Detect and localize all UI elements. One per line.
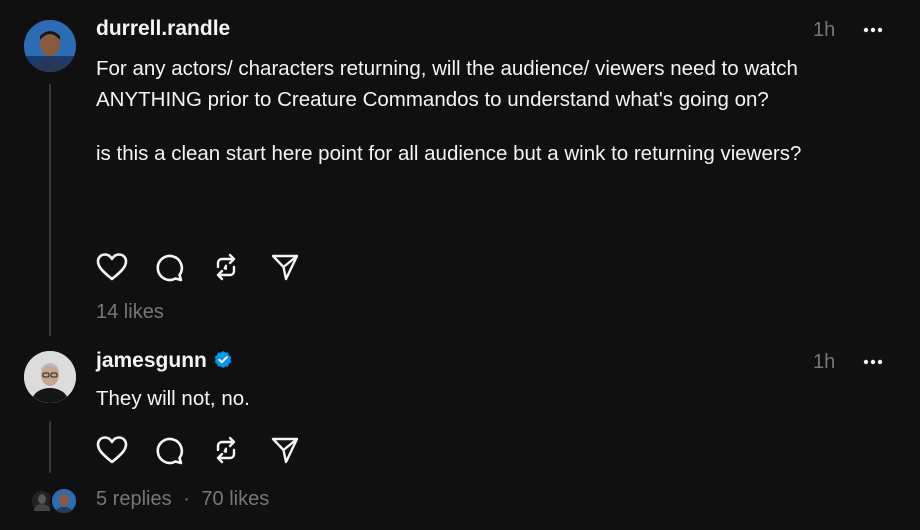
action-bar <box>96 433 328 467</box>
username[interactable]: jamesgunn <box>96 349 233 376</box>
verified-badge-icon <box>213 350 233 376</box>
reply-avatar <box>50 487 78 515</box>
thread-line <box>49 421 51 473</box>
comment-button[interactable] <box>154 250 212 284</box>
thread-line <box>49 84 51 336</box>
replies-count[interactable]: 5 replies <box>96 488 172 510</box>
speech-bubble-icon <box>154 435 184 465</box>
avatar-photo <box>24 351 76 403</box>
ellipsis-icon[interactable] <box>861 352 885 372</box>
share-button[interactable] <box>270 250 328 284</box>
share-button[interactable] <box>270 433 328 467</box>
comment-button[interactable] <box>154 433 212 467</box>
post-paragraph: They will not, no. <box>96 387 250 410</box>
like-button[interactable] <box>96 433 154 467</box>
ellipsis-icon[interactable] <box>861 20 885 40</box>
paper-plane-icon <box>270 252 300 282</box>
timestamp: 1h <box>813 19 836 41</box>
likes-count[interactable]: 14 likes <box>96 301 164 324</box>
post-paragraph: is this a clean start here point for all… <box>96 142 802 165</box>
post-body: For any actors/ characters returning, wi… <box>96 53 896 169</box>
thread-stats: 5 replies · 70 likes <box>96 488 269 511</box>
heart-icon <box>96 252 128 282</box>
avatar-photo <box>24 20 76 72</box>
repost-button[interactable] <box>212 250 270 284</box>
paper-plane-icon <box>270 435 300 465</box>
action-bar <box>96 250 328 284</box>
repost-icon <box>212 435 240 465</box>
like-button[interactable] <box>96 250 154 284</box>
timestamp: 1h <box>813 351 836 373</box>
likes-count[interactable]: 70 likes <box>201 488 269 510</box>
avatar[interactable] <box>24 20 76 72</box>
stats-separator: · <box>183 488 190 510</box>
repost-button[interactable] <box>212 433 270 467</box>
repost-icon <box>212 252 240 282</box>
speech-bubble-icon <box>154 252 184 282</box>
username-text: jamesgunn <box>96 349 207 372</box>
post-paragraph: For any actors/ characters returning, wi… <box>96 57 798 111</box>
post-body: They will not, no. <box>96 383 896 414</box>
heart-icon <box>96 435 128 465</box>
avatar[interactable] <box>24 351 76 403</box>
username[interactable]: durrell.randle <box>96 17 230 41</box>
reply-avatars[interactable] <box>30 487 78 516</box>
